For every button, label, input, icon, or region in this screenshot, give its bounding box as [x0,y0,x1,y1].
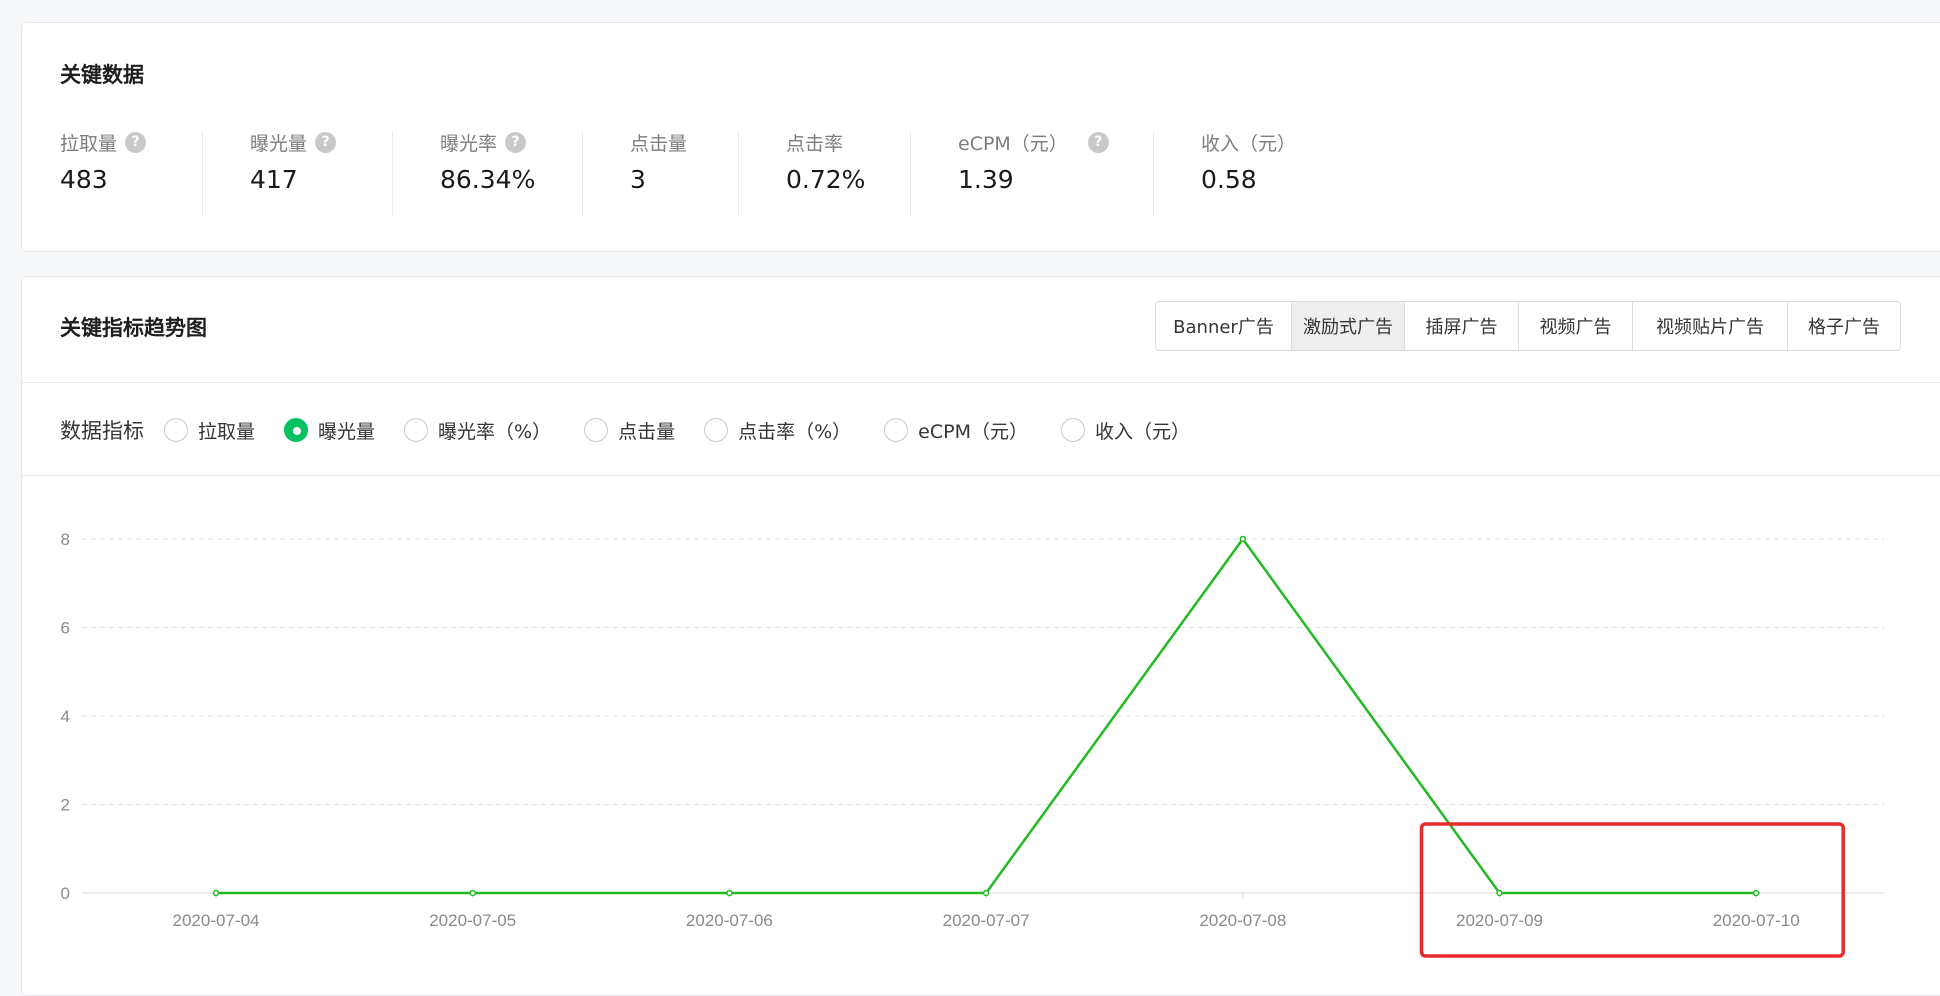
data-point [212,889,220,897]
data-point [1752,889,1760,897]
x-tick-label: 2020-07-07 [943,911,1030,930]
trend-chart: 0 2 4 6 8 2020-07-04 2020-07-05 2020-07-06 2020-… [61,530,1884,958]
y-tick-label: 8 [61,530,70,549]
data-point [1239,535,1247,543]
x-tick-label: 2020-07-06 [686,911,773,930]
x-tick-label: 2020-07-09 [1456,911,1543,930]
data-point [726,889,733,897]
data-point [1496,889,1503,897]
y-tick-label: 2 [61,796,70,815]
highlight-box [1419,822,1845,958]
y-tick-label: 4 [61,707,70,726]
x-tick-label: 2020-07-05 [429,911,516,930]
data-point [469,889,476,897]
y-tick-label: 0 [61,884,70,903]
x-tick-label: 2020-07-08 [1199,911,1286,930]
y-tick-label: 6 [61,619,70,638]
x-tick-label: 2020-07-04 [173,911,260,930]
x-tick-label: 2020-07-10 [1713,911,1800,930]
data-point [982,889,990,897]
